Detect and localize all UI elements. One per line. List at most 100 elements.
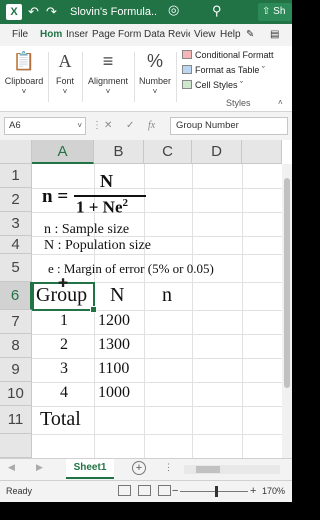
cell-a11[interactable]: Total [40,408,81,431]
row-header-9[interactable]: 9 [0,358,32,382]
row-header-4[interactable]: 4 [0,236,32,254]
cell-a8[interactable]: 2 [60,336,68,354]
grid-line [32,358,292,359]
chevron-down-icon: ˅ [105,87,111,96]
cell-a10[interactable]: 4 [60,384,68,402]
row-header-3[interactable]: 3 [0,212,32,236]
slovin-formula-image[interactable]: n = N 1 + Ne2 [38,171,148,220]
formula-input[interactable]: Group Number [170,117,288,135]
tab-page-layout[interactable]: Page [92,27,115,43]
alignment-group[interactable]: ≡ Alignment ˅ [84,46,132,110]
lightbulb-icon[interactable]: ◎ [168,2,179,18]
row-header-1[interactable]: 1 [0,164,32,188]
redo-icon[interactable]: ↷ [46,2,57,22]
ribbon-separator [176,52,177,102]
tab-review[interactable]: Revie [168,27,190,43]
tab-view[interactable]: View [194,27,216,43]
cell-b7[interactable]: 1200 [98,312,130,330]
cell-c6[interactable]: n [162,284,172,307]
page-break-view-icon[interactable] [158,485,171,496]
pencil-icon[interactable]: ✎ [246,27,254,43]
cell-styles-button[interactable]: Cell Styles ˇ [182,80,243,90]
cell-b10[interactable]: 1000 [98,384,130,402]
tab-file[interactable]: File [12,27,28,43]
select-all-corner[interactable] [0,140,32,164]
sheet-tab-sheet1[interactable]: Sheet1 [66,459,114,479]
row-header-6[interactable]: 6 [0,282,32,310]
formula-bar: A6 ˅ ⋮ ✕ ✓ fx Group Number [0,112,292,140]
cell-a9[interactable]: 3 [60,360,68,378]
cell-a5[interactable]: e : Margin of error (5% or 0.05) [48,261,214,277]
cell-b8[interactable]: 1300 [98,336,130,354]
share-button[interactable]: ⇧ Sh [258,3,292,21]
vertical-scroll-thumb[interactable] [284,178,290,388]
cell-b6[interactable]: N [110,284,124,307]
number-group[interactable]: % Number ˅ [136,46,174,110]
grid-line [242,164,243,458]
column-header-a[interactable]: A [32,140,94,164]
zoom-level[interactable]: 170% [262,486,285,496]
zoom-slider[interactable] [180,491,248,492]
cursor-icon: ✚ [58,276,69,290]
status-bar: Ready − + 170% [0,480,292,502]
format-as-table-button[interactable]: Format as Table ˇ [182,65,265,75]
status-ready: Ready [6,486,33,496]
row-header-5[interactable]: 5 [0,254,32,282]
chevron-down-icon: ˅ [21,87,27,96]
cell-a4[interactable]: N : Population size [44,238,151,254]
plus-icon[interactable]: + [132,461,146,475]
cell-a3[interactable]: n : Sample size [44,222,129,238]
formula-exponent: 2 [122,197,129,209]
zoom-slider-knob[interactable] [215,486,218,497]
tab-data[interactable]: Data [144,27,165,43]
format-as-table-label: Format as Table ˇ [195,65,265,75]
name-box[interactable]: A6 ˅ [4,117,86,135]
font-label: Font [55,76,74,86]
formula-denominator-base: 1 + Ne [76,197,123,217]
cell-a7[interactable]: 1 [60,312,68,330]
insert-function-icon[interactable]: fx [148,118,155,134]
normal-view-icon[interactable] [118,485,131,496]
row-header-12[interactable] [0,434,32,458]
row-header-10[interactable]: 10 [0,382,32,406]
tab-help[interactable]: Help [220,27,241,43]
zoom-in-icon[interactable]: + [250,485,256,497]
column-header-d[interactable]: D [192,140,242,164]
enter-icon[interactable]: ✓ [126,118,134,134]
page-layout-view-icon[interactable] [138,485,151,496]
ribbon-tabs: File Hom Inser Page Form Data Revie View… [0,24,292,46]
search-icon[interactable]: ⚲ [212,3,222,19]
column-header-b[interactable]: B [94,140,144,164]
undo-icon[interactable]: ↶ [28,2,39,22]
name-box-value: A6 [9,120,21,131]
ribbon-separator [82,52,83,102]
format-as-table-icon [182,65,192,74]
column-header-c[interactable]: C [144,140,192,164]
cell-b9[interactable]: 1100 [98,360,129,378]
horizontal-scrollbar[interactable] [184,465,280,474]
collapse-ribbon-icon[interactable]: ˄ [278,98,283,107]
vertical-scrollbar[interactable] [282,164,292,458]
row-header-2[interactable]: 2 [0,188,32,212]
column-header-e[interactable] [242,140,282,164]
cancel-icon[interactable]: ✕ [104,118,112,134]
row-header-7[interactable]: 7 [0,310,32,334]
worksheet-grid[interactable]: A B C D 1 2 3 4 5 6 7 8 9 10 11 n = N 1 … [0,140,292,458]
font-group[interactable]: A Font ˅ [50,46,80,110]
horizontal-scroll-thumb[interactable] [196,466,220,473]
conditional-formatting-icon [182,50,192,59]
zoom-out-icon[interactable]: − [172,485,178,497]
tab-home[interactable]: Hom [40,27,62,43]
row-header-8[interactable]: 8 [0,334,32,358]
next-sheet-icon[interactable]: ▶ [36,462,43,473]
chevron-down-icon: ˅ [77,121,82,130]
tab-formulas[interactable]: Form [118,27,141,43]
conditional-formatting-button[interactable]: Conditional Formatt [182,50,274,60]
prev-sheet-icon[interactable]: ◀ [8,462,15,473]
alignment-label: Alignment [87,76,129,86]
comment-icon[interactable]: ▤ [270,27,279,43]
clipboard-group[interactable]: 📋 Clipboard ˅ [2,46,46,110]
row-header-11[interactable]: 11 [0,406,32,434]
more-icon[interactable]: ⋮ [164,462,173,473]
tab-insert[interactable]: Inser [66,27,88,43]
